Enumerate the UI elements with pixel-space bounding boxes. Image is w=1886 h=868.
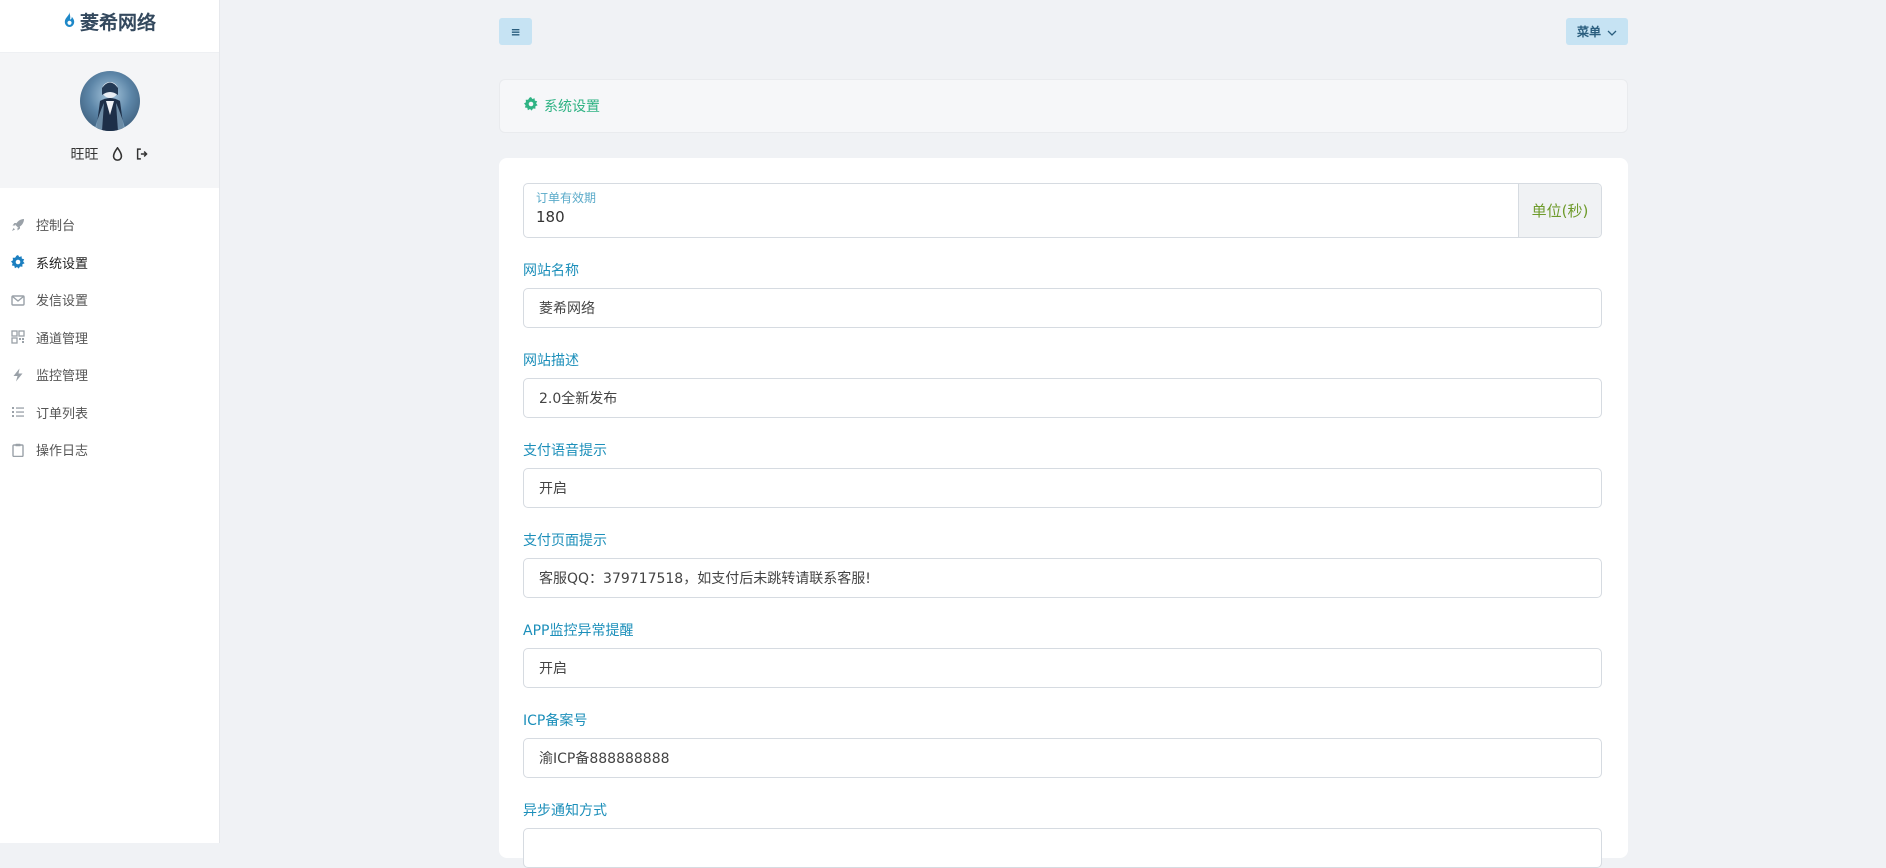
sidebar-item-label: 通道管理 (36, 331, 89, 347)
field-label: APP监控异常提醒 (523, 623, 634, 639)
page-title: 系统设置 (544, 99, 600, 115)
bolt-icon (11, 368, 25, 382)
sidebar-item-label: 监控管理 (36, 369, 89, 385)
field-label: 异步通知方式 (523, 803, 607, 819)
sidebar-item-dashboard[interactable]: 控制台 (0, 206, 219, 244)
sidebar-toggle-button[interactable]: ≡ (499, 18, 532, 45)
site-description-input[interactable]: 2.0全新发布 (523, 378, 1602, 418)
pay-page-tip-input[interactable]: 客服QQ：379717518，如支付后未跳转请联系客服! (523, 558, 1602, 598)
field-label: ICP备案号 (523, 713, 588, 729)
hamburger-icon: ≡ (510, 24, 521, 39)
sidebar-item-mail-settings[interactable]: 发信设置 (0, 281, 219, 319)
list-icon (11, 405, 25, 419)
logout-icon[interactable] (136, 147, 149, 161)
app-monitor-alert-select[interactable]: 开启 (523, 648, 1602, 688)
sidebar-item-label: 系统设置 (36, 256, 89, 272)
icp-field: ICP备案号 渝ICP备888888888 (523, 712, 1604, 778)
sidebar-menu: 控制台 系统设置 发信设置 通道管理 监控管理 订单列表 操作日志 (0, 188, 219, 469)
menu-dropdown-button[interactable]: 菜单 (1566, 18, 1628, 45)
field-label: 网站名称 (523, 263, 579, 279)
qrcode-icon (11, 330, 25, 344)
order-validity-input[interactable]: 180 (536, 208, 1506, 226)
voice-prompt-field: 支付语音提示 开启 (523, 442, 1604, 508)
site-name-input[interactable]: 菱希网络 (523, 288, 1602, 328)
pay-page-tip-field: 支付页面提示 客服QQ：379717518，如支付后未跳转请联系客服! (523, 532, 1604, 598)
notify-method-select[interactable] (523, 828, 1602, 868)
gear-icon (524, 97, 538, 115)
clipboard-icon (11, 443, 25, 457)
sidebar-item-channels[interactable]: 通道管理 (0, 319, 219, 357)
chevron-down-icon (1607, 25, 1617, 39)
envelope-icon (11, 293, 25, 307)
sidebar-item-system-settings[interactable]: 系统设置 (0, 244, 219, 282)
order-validity-group: 订单有效期 180 单位(秒) (523, 183, 1602, 238)
unit-addon: 单位(秒) (1518, 184, 1601, 237)
sidebar: 菱希网络 旺旺 控制台 系统设置 发信设置 通道管理 监控管理 订单列表 操作日… (0, 0, 220, 843)
avatar[interactable] (79, 71, 140, 131)
field-label: 支付语音提示 (523, 443, 607, 459)
field-label: 网站描述 (523, 353, 579, 369)
sidebar-item-label: 发信设置 (36, 294, 89, 310)
user-row: 旺旺 (71, 144, 149, 164)
sidebar-item-orders[interactable]: 订单列表 (0, 394, 219, 432)
settings-form: 订单有效期 180 单位(秒) 网站名称 菱希网络 网站描述 2.0全新发布 支… (499, 158, 1628, 868)
flame-icon (63, 10, 76, 32)
user-panel: 旺旺 (0, 53, 219, 188)
order-validity-label: 订单有效期 (536, 191, 597, 205)
sidebar-item-label: 控制台 (36, 219, 76, 235)
sidebar-item-label: 订单列表 (36, 406, 89, 422)
sidebar-item-label: 操作日志 (36, 444, 89, 460)
order-validity-field[interactable]: 订单有效期 180 (524, 184, 1518, 237)
brand-name: 菱希网络 (79, 11, 156, 34)
rocket-icon (11, 218, 25, 232)
site-description-field: 网站描述 2.0全新发布 (523, 352, 1604, 418)
app-monitor-alert-field: APP监控异常提醒 开启 (523, 622, 1604, 688)
icp-input[interactable]: 渝ICP备888888888 (523, 738, 1602, 778)
notify-method-field: 异步通知方式 (523, 802, 1604, 868)
brand-logo[interactable]: 菱希网络 (0, 0, 219, 53)
gear-icon (11, 255, 25, 269)
site-name-field: 网站名称 菱希网络 (523, 262, 1604, 328)
sidebar-item-monitoring[interactable]: 监控管理 (0, 356, 219, 394)
sidebar-item-logs[interactable]: 操作日志 (0, 431, 219, 469)
menu-dropdown-label: 菜单 (1576, 25, 1601, 39)
field-label: 支付页面提示 (523, 533, 607, 549)
username[interactable]: 旺旺 (71, 144, 99, 164)
drop-icon[interactable] (111, 147, 124, 161)
breadcrumb: 系统设置 (499, 79, 1628, 133)
voice-prompt-select[interactable]: 开启 (523, 468, 1602, 508)
